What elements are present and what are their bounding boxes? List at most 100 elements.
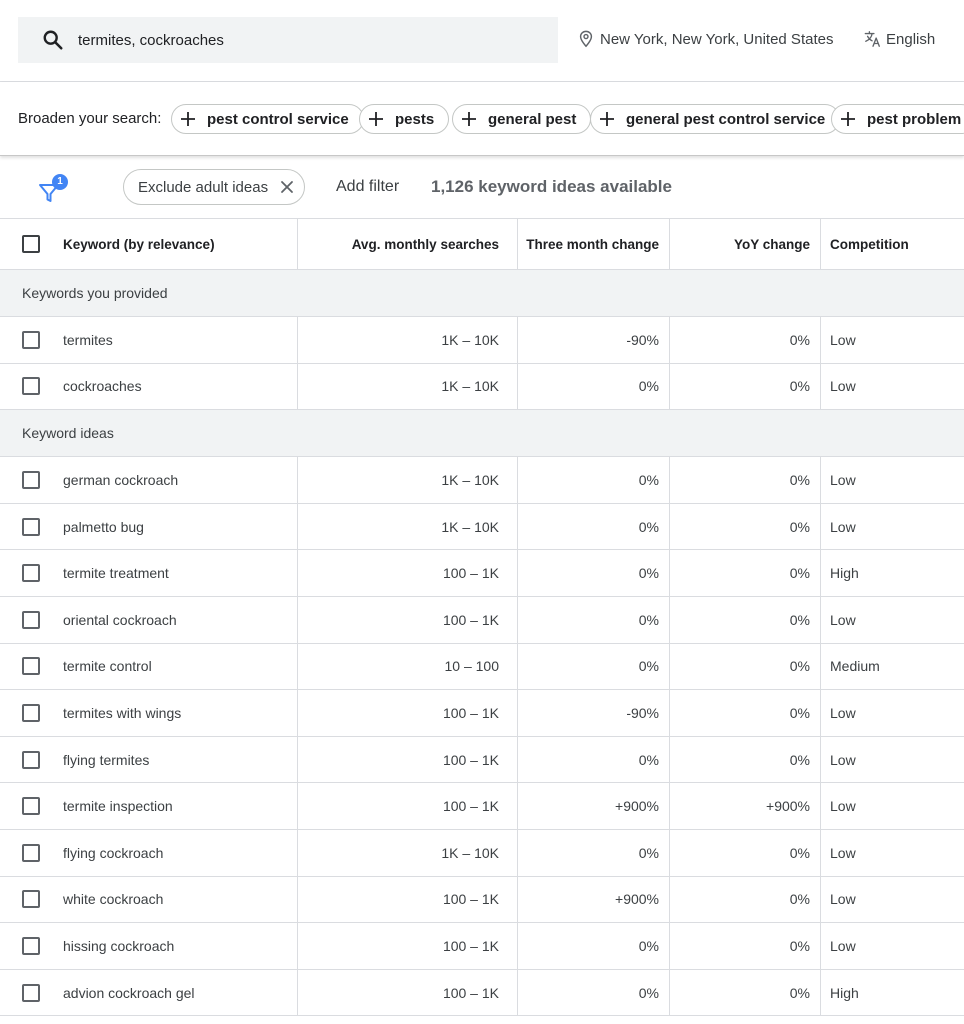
row-checkbox[interactable]	[22, 610, 40, 629]
table-row: termites 1K – 10K -90% 0% Low	[0, 317, 964, 364]
table-row: termite treatment 100 – 1K 0% 0% High	[0, 550, 964, 597]
row-checkbox[interactable]	[22, 657, 40, 676]
row-checkbox-cell	[22, 737, 42, 783]
keyword-search-box[interactable]: termites, cockroaches	[18, 17, 558, 63]
row-checkbox[interactable]	[22, 936, 40, 955]
row-checkbox[interactable]	[22, 843, 40, 862]
row-checkbox-cell	[22, 783, 42, 829]
location-selector[interactable]: New York, New York, United States	[578, 30, 833, 48]
avg-searches-cell: 100 – 1K	[297, 783, 517, 829]
avg-searches-cell: 100 – 1K	[297, 690, 517, 736]
plus-icon	[369, 112, 383, 126]
add-filter-button[interactable]: Add filter	[336, 178, 399, 196]
header-three-month-change[interactable]: Three month change	[517, 219, 669, 269]
avg-searches-cell: 1K – 10K	[297, 503, 517, 550]
three-month-change-cell: -90%	[517, 690, 669, 736]
keyword-planner-page: termites, cockroaches New York, New York…	[0, 0, 964, 1024]
yoy-change-cell: 0%	[669, 969, 820, 1016]
keyword-cell: flying cockroach	[63, 844, 164, 861]
keyword-cell: termite treatment	[63, 565, 169, 582]
keyword-cell: termites	[63, 331, 113, 348]
row-checkbox[interactable]	[22, 797, 40, 816]
row-checkbox[interactable]	[22, 377, 40, 396]
competition-cell: Low	[820, 690, 964, 736]
chip-label: pest problem	[867, 110, 962, 128]
table-row: cockroaches 1K – 10K 0% 0% Low	[0, 363, 964, 411]
row-checkbox[interactable]	[22, 890, 40, 909]
keyword-cell: german cockroach	[63, 471, 179, 488]
select-all-checkbox[interactable]	[22, 235, 40, 253]
row-checkbox-cell	[22, 923, 42, 969]
header-competition[interactable]: Competition	[820, 219, 964, 269]
select-all-cell	[22, 219, 42, 269]
broaden-chip-general-pest-control-service[interactable]: general pest control service	[590, 104, 841, 134]
yoy-change-cell: 0%	[669, 503, 820, 550]
header-keyword[interactable]: Keyword (by relevance)	[63, 219, 293, 269]
table-row: flying termites 100 – 1K 0% 0% Low	[0, 736, 964, 784]
row-checkbox[interactable]	[22, 703, 40, 722]
search-icon	[43, 30, 63, 50]
competition-cell: Low	[820, 363, 964, 410]
three-month-change-cell: 0%	[517, 736, 669, 783]
plus-icon	[462, 112, 476, 126]
three-month-change-cell: 0%	[517, 829, 669, 876]
table-row: palmetto bug 1K – 10K 0% 0% Low	[0, 503, 964, 551]
row-checkbox[interactable]	[22, 330, 40, 349]
avg-searches-cell: 100 – 1K	[297, 923, 517, 969]
avg-searches-cell: 100 – 1K	[297, 876, 517, 923]
yoy-change-cell: 0%	[669, 363, 820, 410]
filter-button[interactable]: 1	[38, 174, 70, 206]
close-icon[interactable]	[280, 180, 294, 194]
broaden-chip-general-pest[interactable]: general pest	[452, 104, 592, 134]
row-checkbox[interactable]	[22, 983, 40, 1002]
keyword-cell: termite control	[63, 658, 152, 675]
search-header: termites, cockroaches New York, New York…	[0, 0, 964, 82]
filter-bar: 1 Exclude adult ideas Add filter 1,126 k…	[0, 156, 964, 219]
row-checkbox[interactable]	[22, 517, 40, 536]
row-checkbox-cell	[22, 644, 42, 690]
three-month-change-cell: 0%	[517, 457, 669, 503]
location-pin-icon	[579, 30, 593, 48]
avg-searches-cell: 1K – 10K	[297, 829, 517, 876]
broaden-chip-pest-problem[interactable]: pest problem	[831, 104, 964, 134]
row-checkbox[interactable]	[22, 564, 40, 583]
table-row: white cockroach 100 – 1K +900% 0% Low	[0, 876, 964, 924]
three-month-change-cell: 0%	[517, 596, 669, 643]
table-row: advion cockroach gel 100 – 1K 0% 0% High	[0, 969, 964, 1017]
yoy-change-cell: 0%	[669, 457, 820, 503]
row-checkbox-cell	[22, 877, 42, 923]
chip-label: general pest control service	[626, 110, 826, 128]
row-checkbox-cell	[22, 364, 42, 410]
keyword-cell: hissing cockroach	[63, 937, 175, 954]
broaden-chip-pest-control-service[interactable]: pest control service	[171, 104, 364, 134]
keyword-cell: oriental cockroach	[63, 611, 177, 628]
row-checkbox-cell	[22, 457, 42, 503]
chip-label: Exclude adult ideas	[138, 178, 269, 196]
row-checkbox[interactable]	[22, 750, 40, 769]
translate-icon	[864, 31, 880, 47]
yoy-change-cell: 0%	[669, 690, 820, 736]
competition-cell: High	[820, 969, 964, 1016]
competition-cell: Low	[820, 736, 964, 783]
yoy-change-cell: 0%	[669, 596, 820, 643]
avg-searches-cell: 1K – 10K	[297, 363, 517, 410]
header-avg-monthly-searches[interactable]: Avg. monthly searches	[297, 219, 517, 269]
keyword-cell: termite inspection	[63, 798, 173, 815]
chip-label: general pest	[488, 110, 577, 128]
broaden-chip-pests[interactable]: pests	[359, 104, 450, 134]
row-checkbox[interactable]	[22, 470, 40, 489]
language-selector[interactable]: English	[864, 30, 935, 48]
header-yoy-change[interactable]: YoY change	[669, 219, 820, 269]
competition-cell: Low	[820, 317, 964, 363]
group-header-ideas: Keyword ideas	[0, 410, 964, 458]
competition-cell: Low	[820, 923, 964, 969]
three-month-change-cell: 0%	[517, 969, 669, 1016]
row-checkbox-cell	[22, 504, 42, 550]
idea-keyword-rows: german cockroach 1K – 10K 0% 0% Low palmetto …	[0, 457, 964, 1017]
keyword-cell: white cockroach	[63, 891, 164, 908]
competition-cell: Medium	[820, 643, 964, 690]
provided-keyword-rows: termites 1K – 10K -90% 0% Low cockroaches 1K –…	[0, 317, 964, 411]
search-query[interactable]: termites, cockroaches	[78, 32, 224, 49]
exclude-adult-ideas-chip[interactable]: Exclude adult ideas	[123, 169, 306, 205]
competition-cell: Low	[820, 829, 964, 876]
